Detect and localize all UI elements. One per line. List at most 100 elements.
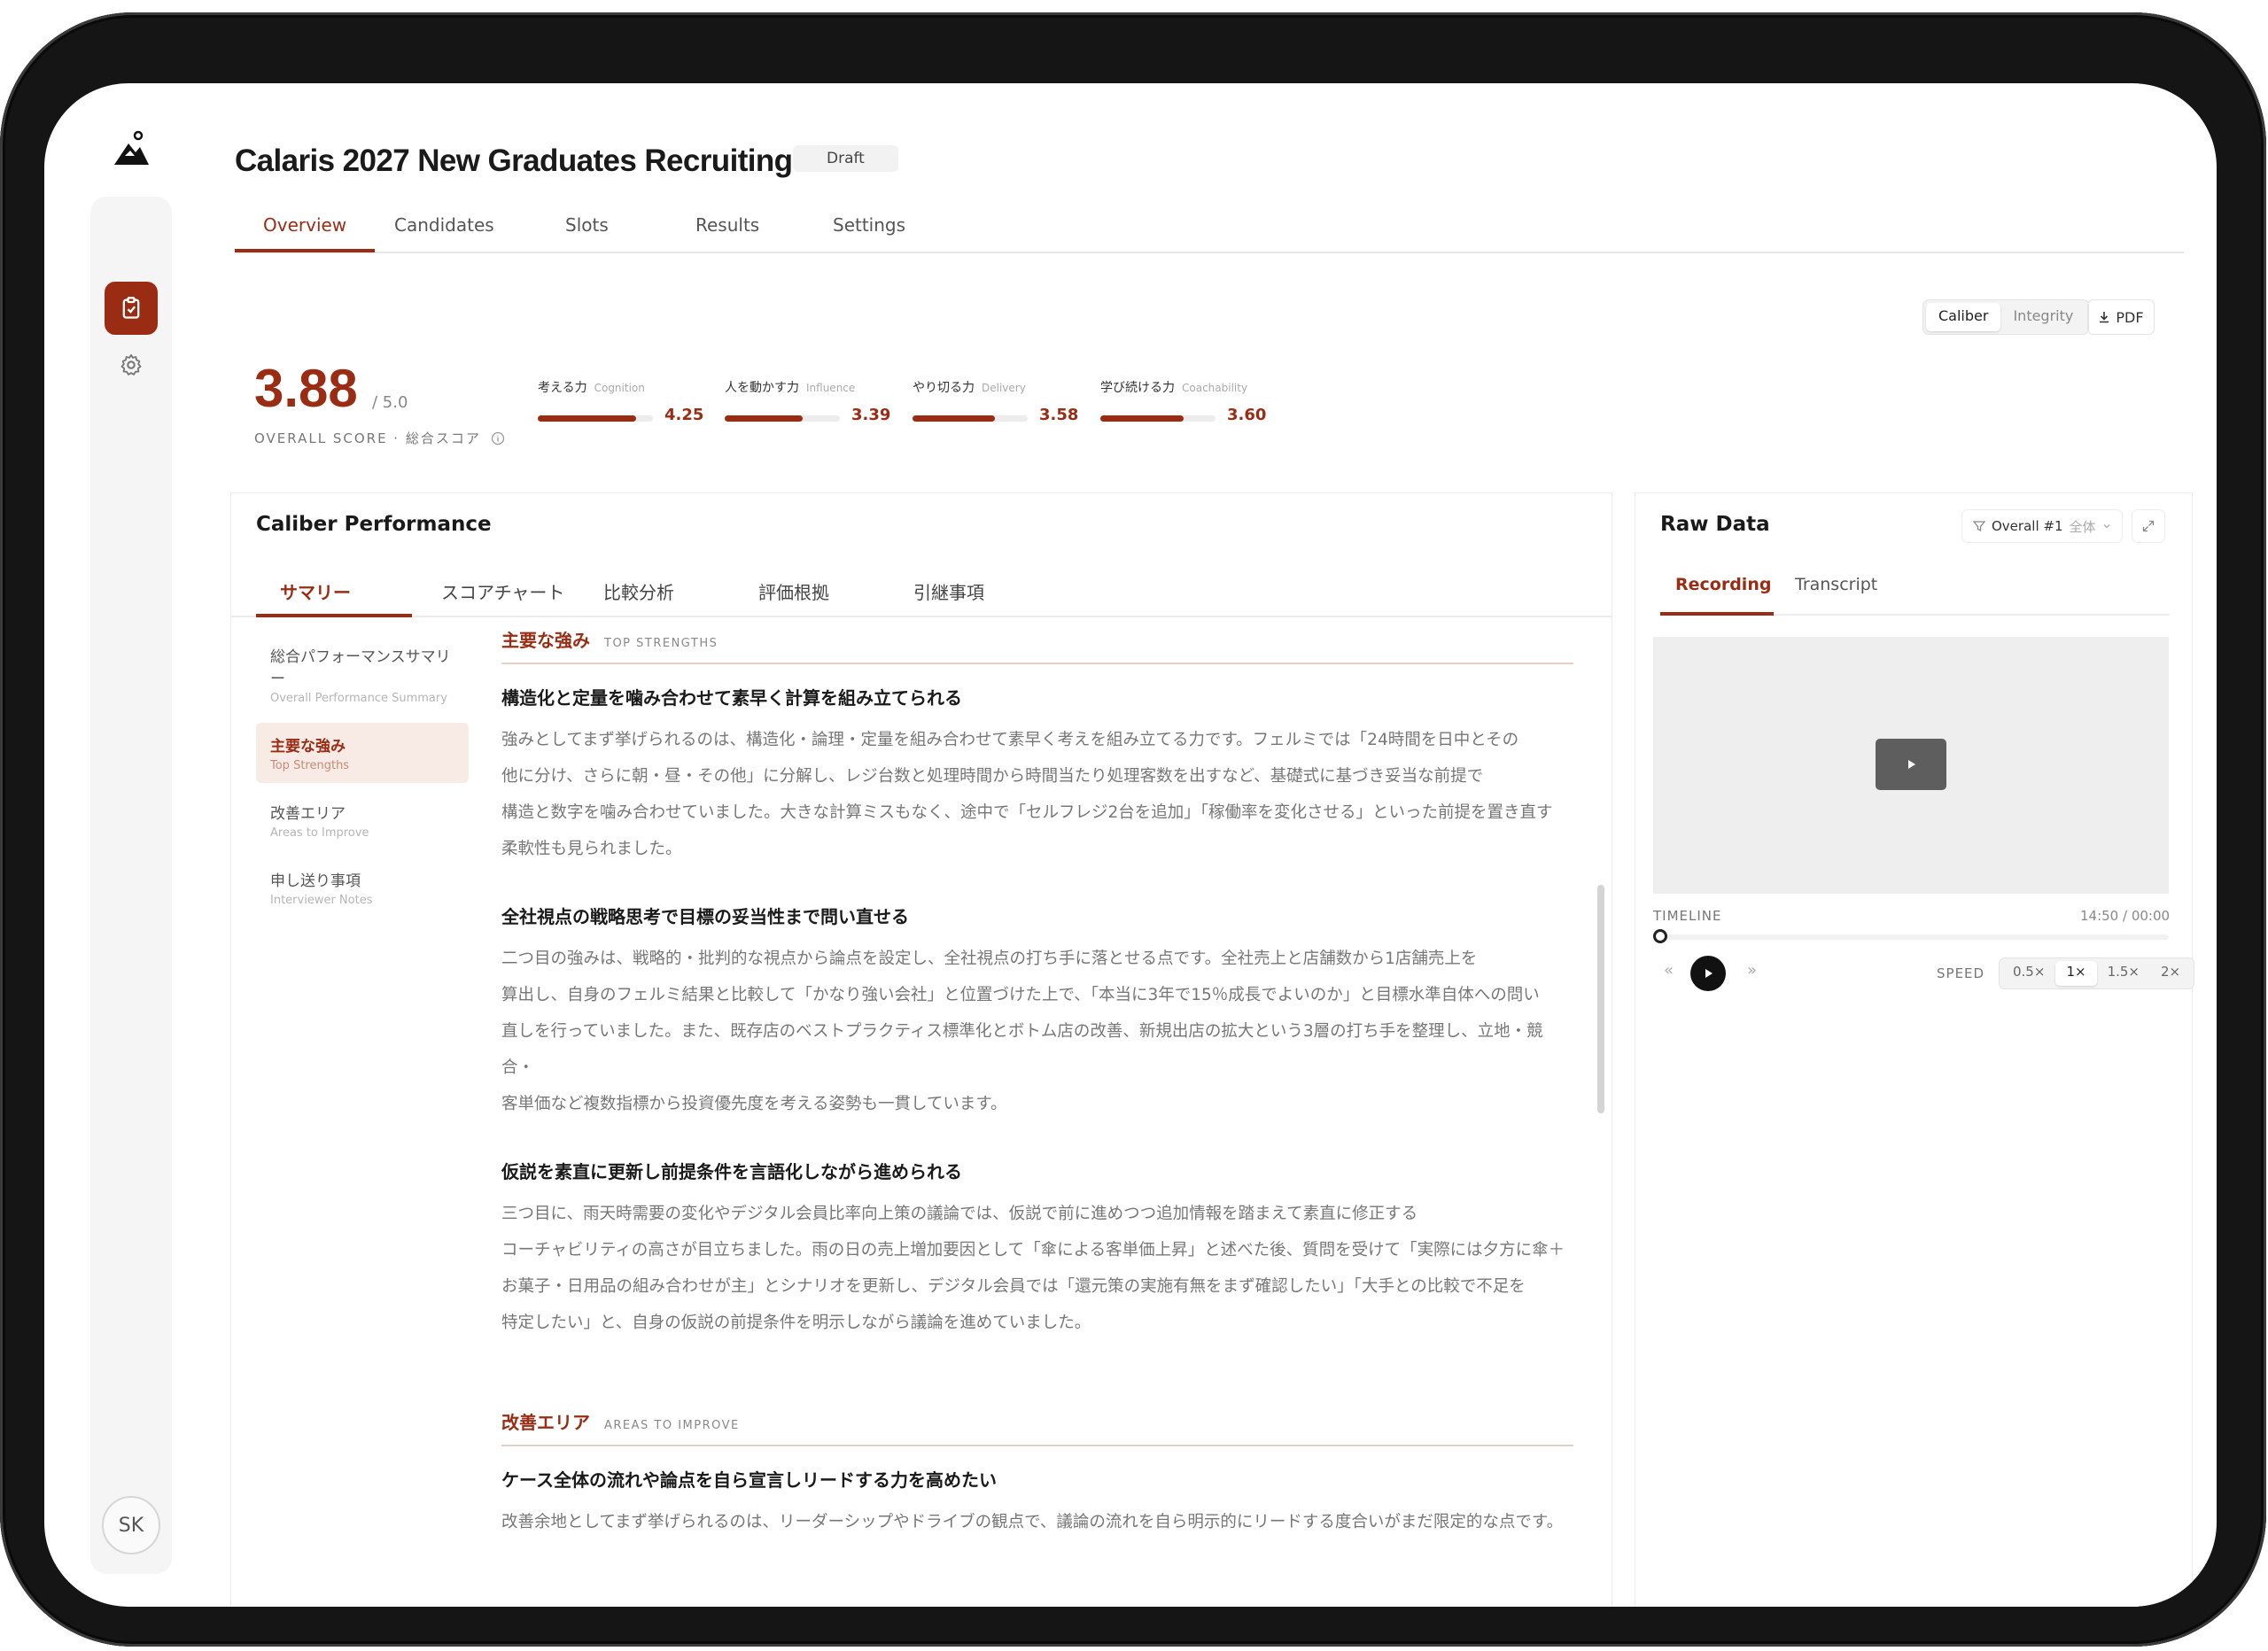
speed-option-selected[interactable]: 1× <box>2055 961 2097 986</box>
content-scrollbar[interactable] <box>1597 885 1604 1113</box>
raw-data-panel: Raw Data Overall #1 全体 Recording Transcr… <box>1635 492 2195 1607</box>
forward-button[interactable]: » <box>1747 961 1757 980</box>
tab-transcript[interactable]: Transcript <box>1795 575 1877 594</box>
active-tab-indicator <box>235 249 375 252</box>
raw-data-title: Raw Data <box>1660 513 1770 536</box>
metric-bar <box>725 415 840 422</box>
app-screen: SK Calaris 2027 New Graduates Recruiting… <box>44 83 2217 1607</box>
caliber-performance-panel: Caliber Performance サマリー スコアチャート 比較分析 評価… <box>230 492 1612 1607</box>
nav-top-strengths[interactable]: 主要な強み Top Strengths <box>256 723 469 783</box>
subtab-evidence[interactable]: 評価根拠 <box>758 578 829 604</box>
metric-delivery: やり切る力 Delivery 3.58 <box>913 378 1081 424</box>
main-tabs: Overview Candidates Slots Results Settin… <box>235 198 2184 253</box>
section-header-strengths: 主要な強み TOP STRENGTHS <box>501 626 1573 664</box>
user-avatar[interactable]: SK <box>102 1496 160 1554</box>
gear-icon <box>120 353 142 376</box>
nav-overall-summary[interactable]: 総合パフォーマンスサマリー Overall Performance Summar… <box>256 633 469 716</box>
subtab-handover[interactable]: 引継事項 <box>913 578 984 604</box>
speed-option[interactable]: 2× <box>2150 961 2191 986</box>
metric-label: 考える力 Cognition <box>538 381 645 395</box>
video-play-button[interactable] <box>1876 739 1946 790</box>
chevron-down-icon <box>2103 524 2109 529</box>
section-header-improve: 改善エリア AREAS TO IMPROVE <box>501 1408 1573 1446</box>
active-subtab-indicator <box>256 614 412 617</box>
speed-option[interactable]: 0.5× <box>2002 961 2055 986</box>
strength-title: 構造化と定量を噛み合わせて素早く計算を組み立てられる <box>501 687 962 709</box>
tab-slots[interactable]: Slots <box>565 214 609 236</box>
timeline-scrubber[interactable] <box>1653 929 1667 943</box>
nav-label: 改善エリア <box>270 805 346 823</box>
overall-score: 3.88 <box>254 359 358 418</box>
raw-data-tabs: Recording Transcript <box>1660 564 2170 616</box>
metric-value: 3.58 <box>1039 406 1079 424</box>
status-badge: Draft <box>793 145 898 172</box>
tab-settings[interactable]: Settings <box>833 214 905 236</box>
overall-score-label-text: OVERALL SCORE · 総合スコア <box>254 430 481 446</box>
section-subtitle: AREAS TO IMPROVE <box>604 1419 740 1432</box>
subtab-comparison[interactable]: 比較分析 <box>603 578 674 604</box>
metric-value: 3.60 <box>1227 406 1267 424</box>
caliber-subtabs: サマリー スコアチャート 比較分析 評価根拠 引継事項 <box>231 566 1612 617</box>
mode-caliber[interactable]: Caliber <box>1926 303 2001 331</box>
nav-sublabel: Overall Performance Summary <box>270 692 447 705</box>
filter-icon <box>1973 521 1985 532</box>
improve-body: 改善余地としてまず挙げられるのは、リーダーシップやドライブの観点で、議論の流れを… <box>501 1513 1564 1531</box>
play-icon <box>1705 969 1713 978</box>
strength-body: 強みとしてまず挙げられるのは、構造化・論理・定量を組み合わせて素早く考えを組み立… <box>501 731 1553 858</box>
active-rtab-indicator <box>1660 612 1774 616</box>
metric-value: 4.25 <box>664 406 704 424</box>
mode-switch: Caliber Integrity <box>1922 299 2090 335</box>
nav-areas-to-improve[interactable]: 改善エリア Areas to Improve <box>256 790 469 850</box>
play-button[interactable] <box>1690 956 1726 991</box>
expand-button[interactable] <box>2132 509 2165 543</box>
timeline-label: TIMELINE <box>1653 908 1722 924</box>
pdf-label: PDF <box>2116 308 2144 326</box>
nav-interviewer-notes[interactable]: 申し送り事項 Interviewer Notes <box>256 857 469 918</box>
calaris-logo-icon <box>114 130 149 165</box>
filter-label: Overall #1 <box>1992 518 2063 534</box>
nav-label: 総合パフォーマンスサマリー <box>270 648 451 688</box>
timeline-track[interactable] <box>1653 934 2169 940</box>
pdf-download-button[interactable]: PDF <box>2087 299 2155 335</box>
mode-integrity[interactable]: Integrity <box>2000 303 2085 331</box>
speed-selector: 0.5× 1× 1.5× 2× <box>1999 957 2195 989</box>
video-player[interactable] <box>1653 637 2169 894</box>
subtab-summary[interactable]: サマリー <box>280 578 351 604</box>
download-icon <box>2100 312 2109 323</box>
timeline-time: 14:50 / 00:00 <box>2080 908 2171 924</box>
nav-label: 申し送り事項 <box>270 872 361 890</box>
tab-recording[interactable]: Recording <box>1675 575 1771 594</box>
expand-icon <box>2142 520 2155 532</box>
strength-title: 仮説を素直に更新し前提条件を言語化しながら進められる <box>501 1161 962 1182</box>
tab-candidates[interactable]: Candidates <box>394 214 494 236</box>
round-filter-dropdown[interactable]: Overall #1 全体 <box>1961 509 2123 543</box>
metric-coachability: 学び続ける力 Coachability 3.60 <box>1100 378 1269 424</box>
nav-sublabel: Top Strengths <box>270 759 350 772</box>
improve-title: ケース全体の流れや論点を自ら宣言しリードする力を高めたい <box>501 1469 997 1491</box>
metric-bar <box>913 415 1028 422</box>
sidebar-item-settings[interactable] <box>105 338 158 391</box>
strength-body: 三つ目に、雨天時需要の変化やデジタル会員比率向上策の議論では、仮説で前に進めつつ… <box>501 1205 1565 1332</box>
section-subtitle: TOP STRENGTHS <box>604 637 718 650</box>
speed-label: SPEED <box>1937 965 1985 981</box>
info-icon[interactable] <box>491 431 505 446</box>
strength-title: 全社視点の戦略思考で目標の妥当性まで問い直せる <box>501 906 909 927</box>
metric-label: 人を動かす力 Influence <box>725 381 856 395</box>
metric-bar <box>1100 415 1216 422</box>
caliber-panel-title: Caliber Performance <box>256 513 492 536</box>
metric-bar <box>538 415 653 422</box>
tab-overview[interactable]: Overview <box>263 214 346 236</box>
sidebar: SK <box>90 197 172 1574</box>
section-title: 改善エリア <box>501 1412 590 1433</box>
metric-cognition: 考える力 Cognition 4.25 <box>538 378 706 424</box>
subtab-score-chart[interactable]: スコアチャート <box>441 578 564 604</box>
rewind-button[interactable]: « <box>1664 961 1674 980</box>
sidebar-item-evaluations[interactable] <box>105 282 158 335</box>
nav-sublabel: Interviewer Notes <box>270 894 373 907</box>
nav-label: 主要な強み <box>270 738 346 756</box>
tab-results[interactable]: Results <box>695 214 759 236</box>
section-nav: 総合パフォーマンスサマリー Overall Performance Summar… <box>256 633 469 925</box>
page-title: Calaris 2027 New Graduates Recruiting <box>235 143 793 178</box>
speed-option[interactable]: 1.5× <box>2097 961 2150 986</box>
filter-sublabel: 全体 <box>2069 518 2096 535</box>
